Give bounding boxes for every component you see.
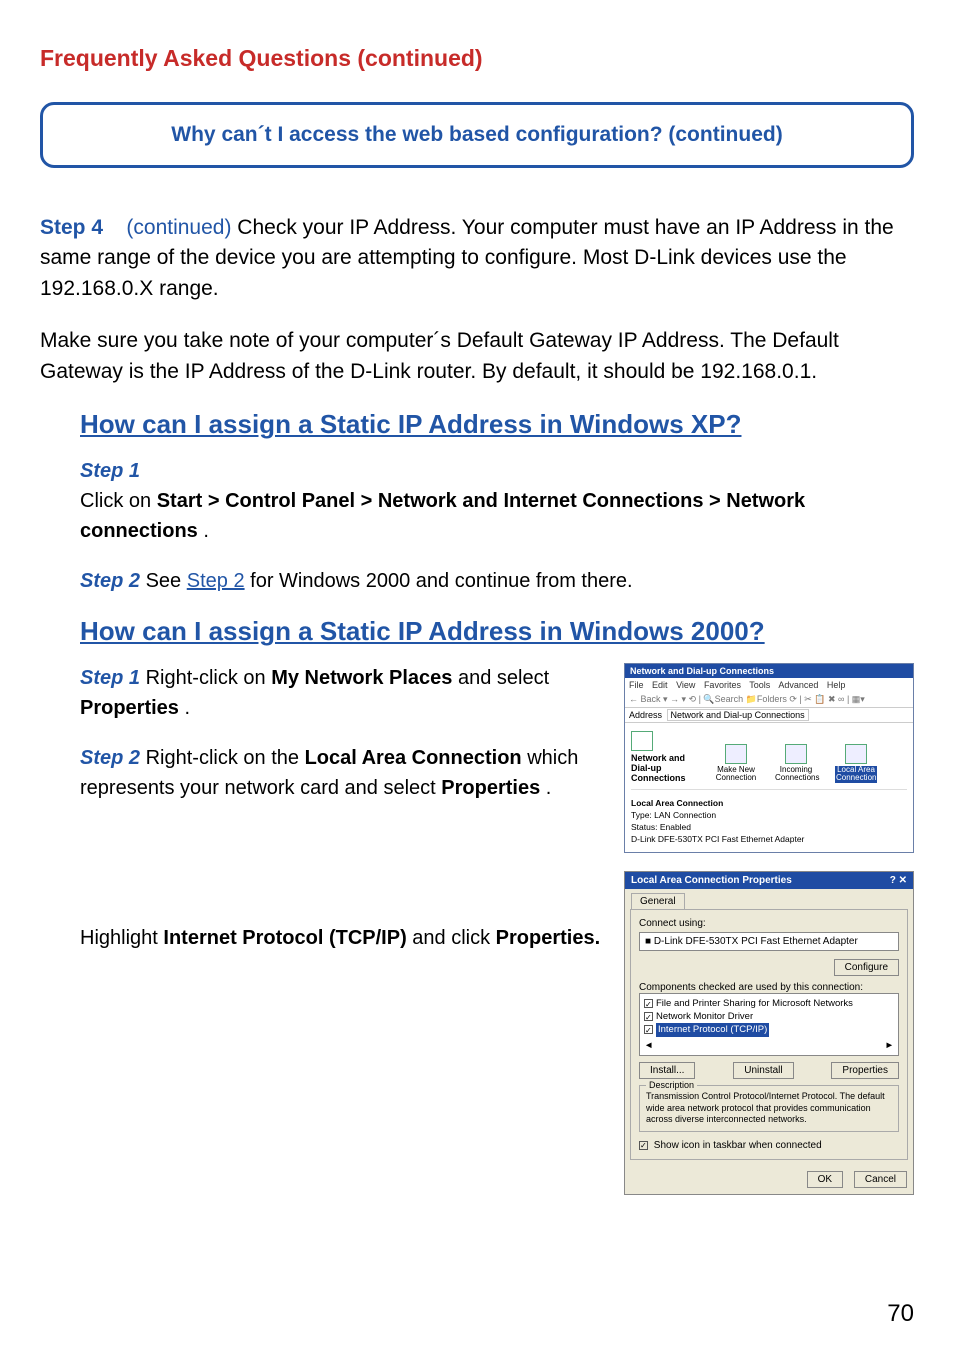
- addr-label: Address: [629, 710, 662, 720]
- checkbox-icon: [644, 1025, 653, 1034]
- xp-step2-link[interactable]: Step 2: [187, 570, 245, 592]
- comp-item-2-selected: Internet Protocol (TCP/IP): [656, 1023, 769, 1036]
- w2k-step1: Step 1 Right-click on My Network Places …: [80, 663, 604, 723]
- menu-fav: Favorites: [704, 680, 741, 690]
- comp-item-0: File and Printer Sharing for Microsoft N…: [656, 998, 853, 1009]
- heading-2000[interactable]: How can I assign a Static IP Address in …: [80, 616, 914, 647]
- xp-step1-textC: .: [203, 520, 209, 542]
- step4-continued: (continued): [126, 216, 231, 239]
- xp-step1-label: Step 1: [80, 456, 914, 486]
- hw-a: Highlight: [80, 927, 163, 949]
- det-type: Type: LAN Connection: [631, 810, 907, 822]
- step4-paragraph: Step 4 (continued) Check your IP Address…: [40, 213, 914, 304]
- w2k-step2-label: Step 2: [80, 747, 140, 769]
- win1-toolbar: ← Back ▾ → ▾ ⟲ | 🔍Search 📁Folders ⟳ | ✂ …: [625, 692, 913, 708]
- xp-step1: Step 1 Click on Start > Control Panel > …: [80, 456, 914, 546]
- w2k-s1e: .: [185, 697, 191, 719]
- w2k-s1a: Right-click on: [146, 667, 272, 689]
- checkbox-icon: [644, 1012, 653, 1021]
- components-label: Components checked are used by this conn…: [639, 982, 899, 993]
- menu-edit: Edit: [652, 680, 668, 690]
- w2k-step1-label: Step 1: [80, 667, 140, 689]
- desc-legend: Description: [646, 1080, 697, 1092]
- properties-button[interactable]: Properties: [831, 1062, 899, 1079]
- w2k-s2b: Local Area Connection: [305, 747, 522, 769]
- show-icon-label: Show icon in taskbar when connected: [654, 1140, 822, 1151]
- icon-make-new-label: Make New Connection: [715, 766, 757, 784]
- menu-view: View: [676, 680, 695, 690]
- checkbox-icon: [639, 1141, 648, 1150]
- menu-file: File: [629, 680, 644, 690]
- menu-help: Help: [827, 680, 846, 690]
- w2k-highlight: Highlight Internet Protocol (TCP/IP) and…: [80, 923, 604, 953]
- icon-incoming-label: Incoming Connections: [775, 766, 817, 784]
- checkbox-icon: [644, 999, 653, 1008]
- win1-address: Address Network and Dial-up Connections: [625, 708, 913, 723]
- gateway-note: Make sure you take note of your computer…: [40, 326, 914, 387]
- uninstall-button[interactable]: Uninstall: [733, 1062, 793, 1079]
- addr-val: Network and Dial-up Connections: [667, 709, 809, 721]
- xp-step2-textA: See: [146, 570, 187, 592]
- w2k-s2e: .: [546, 777, 552, 799]
- w2k-s1b: My Network Places: [271, 667, 452, 689]
- icon-lan-selected: Local Area Connection: [835, 744, 877, 784]
- step4-label: Step 4: [40, 216, 103, 239]
- menu-adv: Advanced: [778, 680, 818, 690]
- det-adapter: D-Link DFE-530TX PCI Fast Ethernet Adapt…: [631, 834, 907, 846]
- adapter-field: ■ D-Link DFE-530TX PCI Fast Ethernet Ada…: [639, 932, 899, 951]
- page-title: Frequently Asked Questions (continued): [40, 45, 914, 72]
- comp-item-1: Network Monitor Driver: [656, 1011, 753, 1022]
- screenshot-lan-properties: Local Area Connection Properties ? ✕ Gen…: [624, 871, 914, 1195]
- hw-c: and click: [412, 927, 495, 949]
- xp-step2: Step 2 See Step 2 for Windows 2000 and c…: [80, 566, 914, 596]
- win1-main-label: Network and Dial-up Connections: [631, 753, 697, 783]
- icon-lan-label: Local Area Connection: [835, 766, 877, 784]
- win1-menu: File Edit View Favorites Tools Advanced …: [625, 678, 913, 692]
- hw-d: Properties.: [496, 927, 600, 949]
- w2k-s1c: and select: [458, 667, 549, 689]
- w2k-s1d: Properties: [80, 697, 179, 719]
- xp-step2-label: Step 2: [80, 570, 140, 592]
- hw-b: Internet Protocol (TCP/IP): [163, 927, 406, 949]
- menu-tools: Tools: [749, 680, 770, 690]
- icon-incoming: Incoming Connections: [775, 744, 817, 784]
- description-box: Description Transmission Control Protoco…: [639, 1085, 899, 1132]
- adapter-name: D-Link DFE-530TX PCI Fast Ethernet Adapt…: [654, 936, 858, 947]
- cancel-button[interactable]: Cancel: [854, 1171, 907, 1188]
- install-button[interactable]: Install...: [639, 1062, 695, 1079]
- components-list: File and Printer Sharing for Microsoft N…: [639, 993, 899, 1056]
- w2k-step2: Step 2 Right-click on the Local Area Con…: [80, 743, 604, 803]
- icon-make-new: Make New Connection: [715, 744, 757, 784]
- close-icon: ? ✕: [890, 875, 907, 886]
- ok-button[interactable]: OK: [807, 1171, 843, 1188]
- w2k-s2d: Properties: [441, 777, 540, 799]
- tab-general: General: [631, 893, 685, 909]
- question-box: Why can´t I access the web based configu…: [40, 102, 914, 168]
- det-hd: Local Area Connection: [631, 798, 907, 810]
- win2-title: Local Area Connection Properties: [631, 875, 792, 886]
- heading-xp[interactable]: How can I assign a Static IP Address in …: [80, 409, 914, 440]
- det-status: Status: Enabled: [631, 822, 907, 834]
- xp-step2-textB: for Windows 2000 and continue from there…: [250, 570, 632, 592]
- w2k-s2a: Right-click on the: [146, 747, 305, 769]
- xp-step1-path: Start > Control Panel > Network and Inte…: [80, 490, 805, 542]
- desc-text: Transmission Control Protocol/Internet P…: [646, 1091, 885, 1124]
- connect-using-label: Connect using:: [639, 918, 899, 929]
- win2-titlebar: Local Area Connection Properties ? ✕: [625, 872, 913, 889]
- configure-button[interactable]: Configure: [834, 959, 899, 976]
- page-number: 70: [887, 1300, 914, 1328]
- question-box-text: Why can´t I access the web based configu…: [171, 123, 782, 146]
- win1-titlebar: Network and Dial-up Connections: [625, 664, 913, 678]
- screenshot-network-connections: Network and Dial-up Connections File Edi…: [624, 663, 914, 853]
- xp-step1-textA: Click on: [80, 490, 157, 512]
